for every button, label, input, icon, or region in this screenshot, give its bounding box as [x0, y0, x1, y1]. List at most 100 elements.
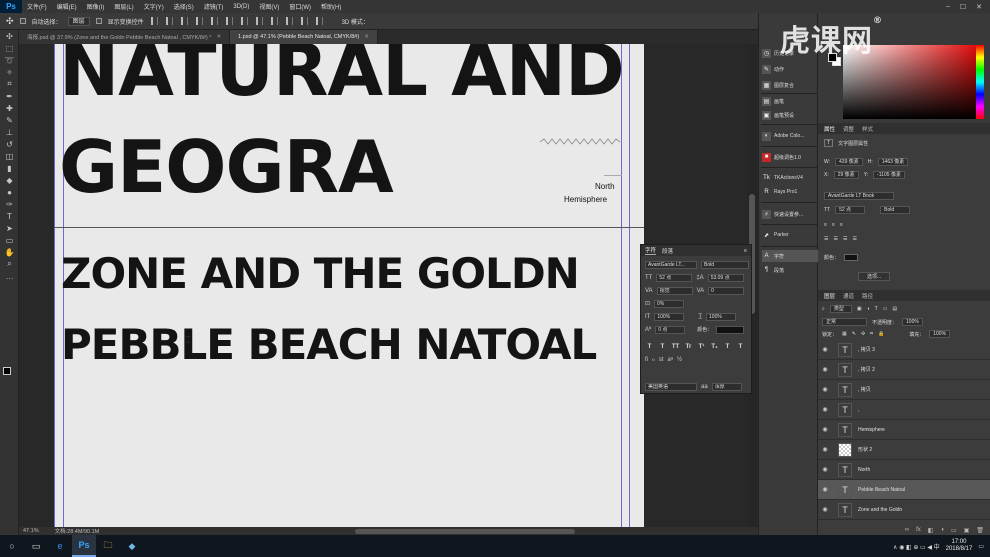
lock-artboard-icon[interactable]: ⌗: [870, 331, 873, 337]
layer-row[interactable]: ◉ T Zone and the Goldn: [818, 500, 990, 520]
dock-item-brush-presets[interactable]: ▣ 画笔预设: [762, 109, 818, 121]
menu-view[interactable]: 视图(V): [254, 2, 284, 11]
menu-filter[interactable]: 滤镜(T): [199, 2, 229, 11]
dock-item-rays-pro[interactable]: R Rays Pro1: [762, 186, 818, 198]
leading-field[interactable]: 53.09 点: [707, 273, 744, 282]
layer-row-selected[interactable]: ◉ T Pebble Beach Natoal: [818, 480, 990, 500]
tab-adjustments[interactable]: 调整: [843, 125, 854, 133]
baseline-shift-field[interactable]: 0 点: [655, 325, 686, 334]
proportional-spacing-field[interactable]: 0%: [654, 299, 685, 308]
move-tool-icon[interactable]: ✣: [6, 16, 14, 27]
document-size[interactable]: 文档:28.4M/90.1M: [55, 527, 100, 535]
opacity-field[interactable]: 100%: [902, 318, 923, 326]
eye-icon[interactable]: ◉: [818, 346, 832, 353]
distribute-bottom-icon[interactable]: [270, 17, 278, 25]
healing-tool-icon[interactable]: ✚: [0, 102, 19, 114]
adjustment-layer-icon[interactable]: ◑: [940, 527, 944, 533]
eye-icon[interactable]: ◉: [818, 366, 832, 373]
font-style-dropdown[interactable]: Bold: [880, 206, 911, 214]
text-color-swatch[interactable]: [844, 254, 859, 261]
layer-row[interactable]: ◉ T , 拷贝 2: [818, 360, 990, 380]
history-brush-tool-icon[interactable]: ↺: [0, 138, 19, 150]
align-left-icon[interactable]: ≡: [824, 222, 827, 228]
font-size-field[interactable]: 52 点: [835, 206, 866, 214]
dock-item-tkactions[interactable]: Tk TKActionsV4: [762, 172, 818, 184]
dodge-tool-icon[interactable]: ●: [0, 186, 19, 198]
layer-row[interactable]: ◉ T ,: [818, 400, 990, 420]
distribute-top-icon[interactable]: [240, 17, 248, 25]
layer-name[interactable]: , 拷贝 3: [858, 346, 875, 353]
align-bottom-icon[interactable]: [225, 17, 233, 25]
tab-document-2[interactable]: 1.psd @ 47.1% (Pebble Beach Natoal, CMYK…: [230, 30, 378, 44]
eye-icon[interactable]: ◉: [818, 386, 832, 393]
marquee-tool-icon[interactable]: ⬚: [0, 42, 19, 54]
layer-row[interactable]: ◉ T North: [818, 460, 990, 480]
vertical-scale-field[interactable]: 100%: [654, 312, 685, 321]
clock[interactable]: 17:00 2018/8/17: [946, 539, 973, 553]
font-family-dropdown[interactable]: AvantGarde LT...: [645, 260, 697, 269]
path-select-tool-icon[interactable]: ➤: [0, 222, 19, 234]
horizontal-scrollbar[interactable]: [355, 528, 576, 534]
link-layers-icon[interactable]: ∞: [905, 527, 909, 533]
ligature-icon[interactable]: fi: [645, 357, 648, 363]
type-tool-icon[interactable]: T: [0, 210, 19, 222]
y-field[interactable]: -1105 像素: [873, 171, 905, 179]
dock-item-adobe-color[interactable]: ◐ Adobe Colo...: [762, 130, 818, 142]
close-icon[interactable]: ✕: [216, 34, 221, 40]
align-left-icon[interactable]: [150, 17, 158, 25]
filter-adjust-icon[interactable]: ◑: [867, 306, 870, 312]
more-options-button[interactable]: 选项...: [858, 272, 891, 281]
auto-select-checkbox[interactable]: [19, 18, 26, 24]
dock-item-character[interactable]: A 字符: [762, 250, 818, 262]
align-right-icon[interactable]: [180, 17, 188, 25]
height-field[interactable]: 1463 像素: [877, 158, 909, 166]
subscript-button[interactable]: T₁: [710, 343, 719, 351]
artboard[interactable]: NATURAL AND GEOGRA North Hemisphere ZONE…: [54, 44, 644, 527]
hue-slider[interactable]: [976, 45, 984, 119]
show-transform-checkbox[interactable]: [95, 18, 102, 24]
zoom-tool-icon[interactable]: ⌕: [0, 258, 19, 270]
more-tools-icon[interactable]: …: [0, 270, 19, 282]
minimize-icon[interactable]: –: [946, 3, 950, 11]
layer-style-icon[interactable]: fx: [916, 527, 921, 533]
align-right-icon[interactable]: ≡: [840, 222, 843, 228]
small-caps-button[interactable]: Tr: [684, 343, 693, 351]
eyedropper-tool-icon[interactable]: ✒: [0, 90, 19, 102]
photoshop-taskbar-icon[interactable]: Ps: [72, 535, 96, 557]
dock-item-paragraph[interactable]: ¶ 段落: [762, 264, 818, 276]
horizontal-scale-field[interactable]: 100%: [706, 312, 737, 321]
dock-item-layer-comps[interactable]: ▦ 图层复合: [762, 79, 818, 91]
dock-item-quick-settings[interactable]: ⚡ 快速设置参...: [762, 208, 818, 220]
layer-name[interactable]: Hemisphere: [858, 427, 885, 433]
blur-tool-icon[interactable]: ◆: [0, 174, 19, 186]
superscript-button[interactable]: T¹: [697, 343, 706, 351]
justify-center-icon[interactable]: ☰: [833, 236, 837, 242]
eye-icon[interactable]: ◉: [818, 406, 832, 413]
text-color-swatch[interactable]: [716, 325, 745, 334]
font-size-field[interactable]: 52 点: [656, 273, 693, 282]
kerning-field[interactable]: 视觉: [656, 286, 693, 295]
layer-name[interactable]: Zone and the Goldn: [858, 507, 902, 513]
lasso-tool-icon[interactable]: ➰: [0, 54, 19, 66]
dock-item-actions[interactable]: ✎ 动作: [762, 63, 818, 75]
layer-name[interactable]: North: [858, 467, 870, 473]
filter-pixel-icon[interactable]: ▣: [857, 306, 862, 312]
distribute-center-icon[interactable]: [300, 17, 308, 25]
eye-icon[interactable]: ◉: [818, 466, 832, 473]
layer-row[interactable]: ◉ T , 拷贝 3: [818, 340, 990, 360]
close-icon[interactable]: ✕: [364, 34, 369, 40]
menu-file[interactable]: 文件(F): [22, 2, 52, 11]
align-middle-icon[interactable]: [210, 17, 218, 25]
rectangle-tool-icon[interactable]: ▭: [0, 234, 19, 246]
align-center-icon[interactable]: [165, 17, 173, 25]
new-group-icon[interactable]: ▭: [951, 527, 957, 534]
tab-properties[interactable]: 属性: [824, 125, 835, 133]
dock-item-parker[interactable]: ⬈ Parker: [762, 229, 818, 241]
menu-edit[interactable]: 编辑(E): [52, 2, 82, 11]
app-icon[interactable]: ◆: [120, 535, 144, 557]
layer-row[interactable]: ◉ T , 拷贝: [818, 380, 990, 400]
notification-icon[interactable]: ▭: [978, 543, 984, 550]
layer-filter-dropdown[interactable]: 类型: [829, 305, 852, 313]
tab-paragraph[interactable]: 段落: [662, 247, 673, 255]
underline-button[interactable]: T: [723, 343, 732, 351]
